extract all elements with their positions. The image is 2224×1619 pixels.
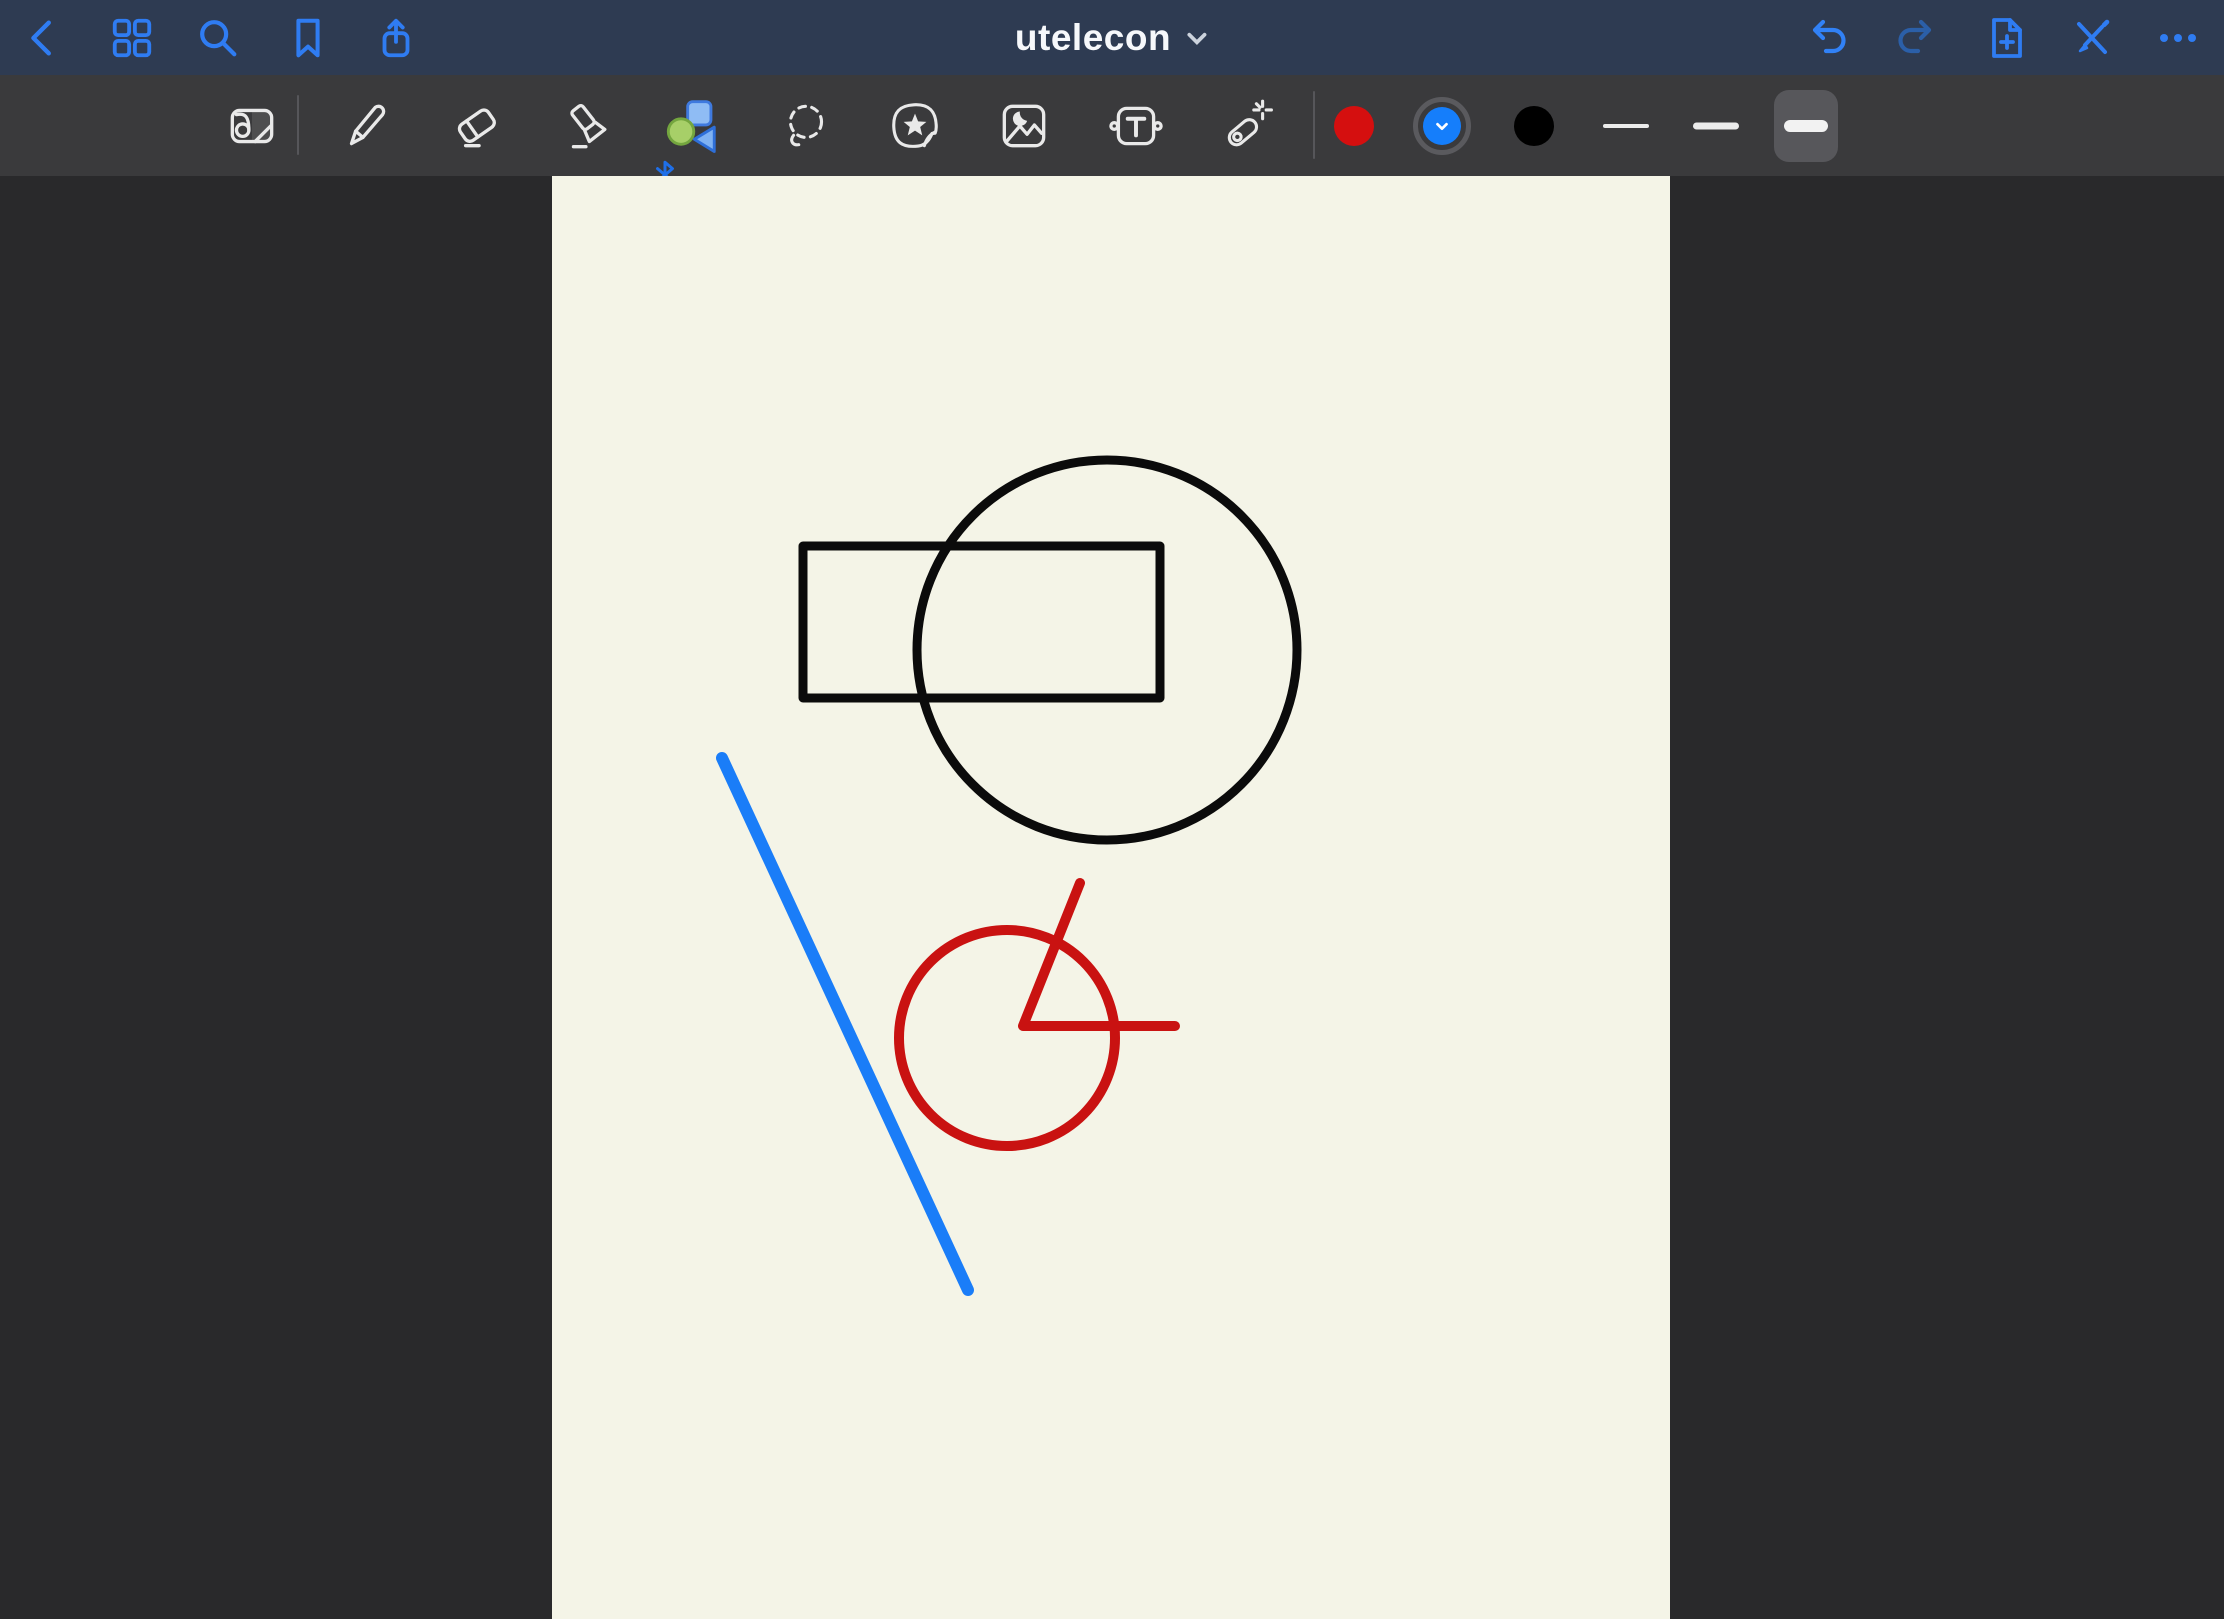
- bookmark-icon[interactable]: [282, 12, 334, 64]
- laser-pointer-tool[interactable]: [1213, 94, 1277, 158]
- shapes-tool[interactable]: [659, 94, 723, 158]
- ink-stroke-black-circle: [917, 460, 1297, 840]
- thickness-thick-selected[interactable]: [1774, 90, 1838, 162]
- text-tool[interactable]: [1104, 94, 1168, 158]
- ink-stroke-red-circle: [899, 930, 1115, 1146]
- thickness-medium[interactable]: [1693, 122, 1739, 129]
- more-ellipsis-icon[interactable]: [2152, 12, 2204, 64]
- top-navigation-bar: utelecon: [0, 0, 2224, 75]
- notebook-page[interactable]: [552, 176, 1670, 1619]
- redo-icon[interactable]: [1891, 12, 1943, 64]
- ribbon-divider: [1313, 91, 1315, 159]
- grid-thumbnails-icon[interactable]: [106, 12, 158, 64]
- share-icon[interactable]: [370, 12, 422, 64]
- page-title: utelecon: [1015, 17, 1171, 59]
- add-page-icon[interactable]: [1979, 12, 2031, 64]
- pencil-close-icon[interactable]: [2066, 12, 2118, 64]
- back-icon[interactable]: [17, 12, 69, 64]
- ink-stroke-red-angle-stroke: [1023, 883, 1175, 1026]
- color-swatch-blue-selected[interactable]: [1413, 97, 1471, 155]
- color-swatch-red[interactable]: [1334, 106, 1374, 146]
- color-swatch-black[interactable]: [1514, 106, 1554, 146]
- highlighter-tool[interactable]: [557, 94, 621, 158]
- tool-ribbon: [0, 75, 2224, 176]
- chevron-down-icon: [1185, 26, 1209, 50]
- reader-mode-tool[interactable]: [220, 94, 284, 158]
- stickers-tool[interactable]: [883, 94, 947, 158]
- pen-tool[interactable]: [334, 94, 398, 158]
- page-drawing: [552, 176, 1670, 1619]
- chevron-down-icon: [1433, 117, 1451, 135]
- ribbon-divider: [297, 95, 299, 155]
- canvas-background: [0, 176, 2224, 1619]
- document-title-menu[interactable]: utelecon: [1015, 17, 1209, 59]
- undo-icon[interactable]: [1801, 12, 1853, 64]
- eraser-tool[interactable]: [445, 94, 509, 158]
- ink-stroke-blue-diagonal-line: [722, 758, 968, 1290]
- image-tool[interactable]: [992, 94, 1056, 158]
- thickness-thin[interactable]: [1603, 124, 1649, 128]
- app-root: { "nav": { "title": "utelecon", "backgro…: [0, 0, 2224, 1619]
- ink-stroke-black-rectangle: [803, 546, 1160, 698]
- lasso-tool[interactable]: [774, 94, 838, 158]
- search-icon[interactable]: [192, 12, 244, 64]
